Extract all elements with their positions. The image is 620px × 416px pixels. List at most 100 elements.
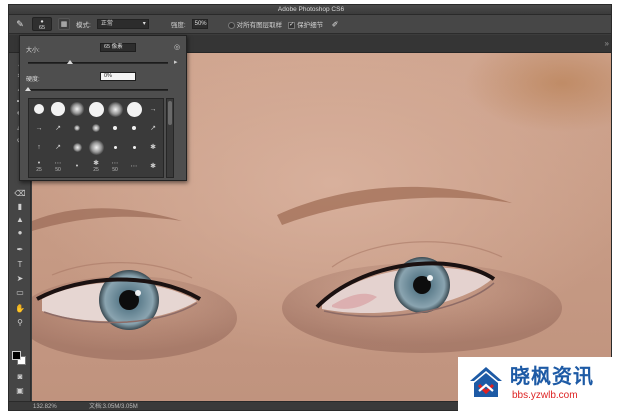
brush-preset[interactable]: ✱ 25 xyxy=(88,158,104,174)
zoom-icon[interactable]: ⚲ xyxy=(12,317,28,328)
quick-mask-icon[interactable]: ◙ xyxy=(12,371,28,382)
pen-icon[interactable]: ✒ xyxy=(12,244,28,255)
zoom-level[interactable]: 132.82% xyxy=(33,402,57,410)
reset-size-icon[interactable]: ◎ xyxy=(174,43,180,51)
hard-brush-tip-icon xyxy=(113,145,117,149)
size-slider-thumb[interactable] xyxy=(67,60,73,64)
preset-scrollbar-thumb[interactable] xyxy=(168,101,172,125)
brush-preset[interactable]: • 25 xyxy=(31,158,47,174)
brush-preset[interactable] xyxy=(31,101,47,117)
brush-preset[interactable]: ✱ xyxy=(145,139,161,155)
brush-preset-panel: 大小: 65 像素 ◎ ▸ 硬度: 0% → → ↗ ↗ ↑ ↗ ✱ • 25 ⋯ 50 • ✱ 25 ⋯ 5… xyxy=(19,35,187,181)
panel-menu-icon[interactable]: ▸ xyxy=(174,58,178,66)
brush-preset[interactable] xyxy=(88,120,104,136)
brush-preset-picker[interactable]: ● 65 xyxy=(32,17,52,31)
brush-panel-toggle-icon[interactable]: ▦ xyxy=(58,18,70,30)
brush-shape-icon: ↗ xyxy=(150,124,156,132)
brush-size-number: 25 xyxy=(36,166,42,173)
brush-tool-icon[interactable]: ✎ xyxy=(14,18,26,30)
brush-preset[interactable] xyxy=(69,101,85,117)
hand-icon[interactable]: ✋ xyxy=(12,303,28,314)
screen-mode-icon[interactable]: ▣ xyxy=(12,385,28,396)
brush-preset-grid: → → ↗ ↗ ↑ ↗ ✱ • 25 ⋯ 50 • ✱ 25 ⋯ 50 ⋯ ✱ xyxy=(28,98,164,178)
hard-brush-tip-icon xyxy=(112,125,118,131)
hard-brush-tip-icon xyxy=(126,101,142,117)
brush-shape-icon: ⋯ xyxy=(54,159,62,167)
path-select-icon[interactable]: ➤ xyxy=(12,273,28,284)
brush-preset[interactable] xyxy=(88,101,104,117)
brush-preset[interactable] xyxy=(69,120,85,136)
brush-shape-icon: • xyxy=(37,159,41,167)
photoshop-window: Adobe Photoshop CS6 ✎ ●65 ▦ 模式: 正常 强度: 5… xyxy=(8,4,612,411)
size-slider[interactable] xyxy=(28,62,168,64)
brush-preset[interactable] xyxy=(107,101,123,117)
foreground-color-swatch[interactable] xyxy=(12,351,21,360)
brush-preset[interactable] xyxy=(50,101,66,117)
brush-preset[interactable]: ↗ xyxy=(50,120,66,136)
gradient-icon[interactable]: ▮ xyxy=(12,201,28,212)
brush-preset[interactable]: • xyxy=(69,158,85,174)
brush-shape-icon: ✱ xyxy=(150,162,156,170)
soft-brush-tip-icon xyxy=(72,142,82,152)
hard-brush-tip-icon xyxy=(51,102,65,116)
hardness-slider-thumb[interactable] xyxy=(25,87,31,91)
watermark-logo-icon xyxy=(470,367,502,397)
brush-preset[interactable]: ⋯ xyxy=(126,158,142,174)
brush-preset[interactable]: ↗ xyxy=(50,139,66,155)
soft-brush-tip-icon xyxy=(107,101,123,117)
hard-brush-tip-icon xyxy=(88,101,104,117)
pressure-icon[interactable]: ✐ xyxy=(329,18,341,30)
brush-preset[interactable] xyxy=(107,139,123,155)
brush-preset[interactable] xyxy=(126,120,142,136)
size-value-field[interactable]: 65 像素 xyxy=(100,43,136,52)
brush-preset[interactable] xyxy=(126,101,142,117)
brush-preset[interactable]: ✱ xyxy=(145,158,161,174)
brush-preset[interactable] xyxy=(88,139,104,155)
brush-preset[interactable]: ↗ xyxy=(145,120,161,136)
watermark: 晓枫资讯 bbs.yzwlb.com xyxy=(458,357,612,411)
brush-preset[interactable] xyxy=(107,120,123,136)
brush-preset[interactable] xyxy=(69,139,85,155)
brush-preset[interactable]: → xyxy=(31,120,47,136)
brush-size-readout: 65 xyxy=(38,25,46,31)
size-label: 大小: xyxy=(26,48,40,54)
watermark-url: bbs.yzwlb.com xyxy=(512,390,578,401)
type-icon[interactable]: T xyxy=(12,259,28,270)
soft-brush-tip-icon xyxy=(74,125,80,131)
sample-all-layers-radio[interactable] xyxy=(227,21,235,29)
brush-shape-icon: → xyxy=(149,105,157,113)
hardness-label: 硬度: xyxy=(26,77,40,83)
brush-shape-icon: ⋯ xyxy=(111,159,119,167)
shape-icon[interactable]: ▭ xyxy=(12,287,28,298)
hard-brush-tip-icon xyxy=(33,103,45,115)
brush-preset[interactable]: ↑ xyxy=(31,139,47,155)
options-bar: ✎ ●65 ▦ 模式: 正常 强度: 50% 对所有图层取样 ✓保护细节 ✐ xyxy=(9,15,611,34)
protect-detail-option[interactable]: ✓ 保护细节 xyxy=(288,19,323,29)
hardness-slider[interactable] xyxy=(28,89,168,91)
document-info[interactable]: 文档:3.05M/3.05M xyxy=(89,402,138,410)
brush-preset[interactable]: → xyxy=(145,101,161,117)
strength-label: 强度: xyxy=(170,22,186,29)
panel-collapse-icon[interactable]: » xyxy=(605,39,609,48)
brush-shape-icon: ↗ xyxy=(55,143,61,151)
hardness-value-field[interactable]: 0% xyxy=(100,72,136,81)
protect-detail-checkbox[interactable]: ✓ xyxy=(288,21,296,29)
brush-shape-icon: • xyxy=(75,162,79,170)
strength-input[interactable]: 50% xyxy=(191,19,208,29)
soft-brush-tip-icon xyxy=(70,102,84,116)
eraser-icon[interactable]: ⌫ xyxy=(12,188,28,199)
brush-size-number: 50 xyxy=(55,166,61,173)
dodge-icon[interactable]: ● xyxy=(12,227,28,238)
brush-shape-icon: ⋯ xyxy=(130,162,138,170)
blur-icon[interactable]: ▲ xyxy=(12,214,28,225)
sample-all-layers-option[interactable]: 对所有图层取样 xyxy=(227,19,282,29)
brush-shape-icon: ✱ xyxy=(93,159,99,167)
preset-scrollbar[interactable] xyxy=(166,98,174,178)
brush-shape-icon: ✱ xyxy=(150,143,156,151)
mode-select[interactable]: 正常 xyxy=(96,19,149,29)
brush-preset[interactable] xyxy=(126,139,142,155)
brush-size-number: 50 xyxy=(112,166,118,173)
window-title: Adobe Photoshop CS6 xyxy=(9,5,611,15)
brush-preset[interactable]: ⋯ 50 xyxy=(107,158,123,174)
brush-preset[interactable]: ⋯ 50 xyxy=(50,158,66,174)
